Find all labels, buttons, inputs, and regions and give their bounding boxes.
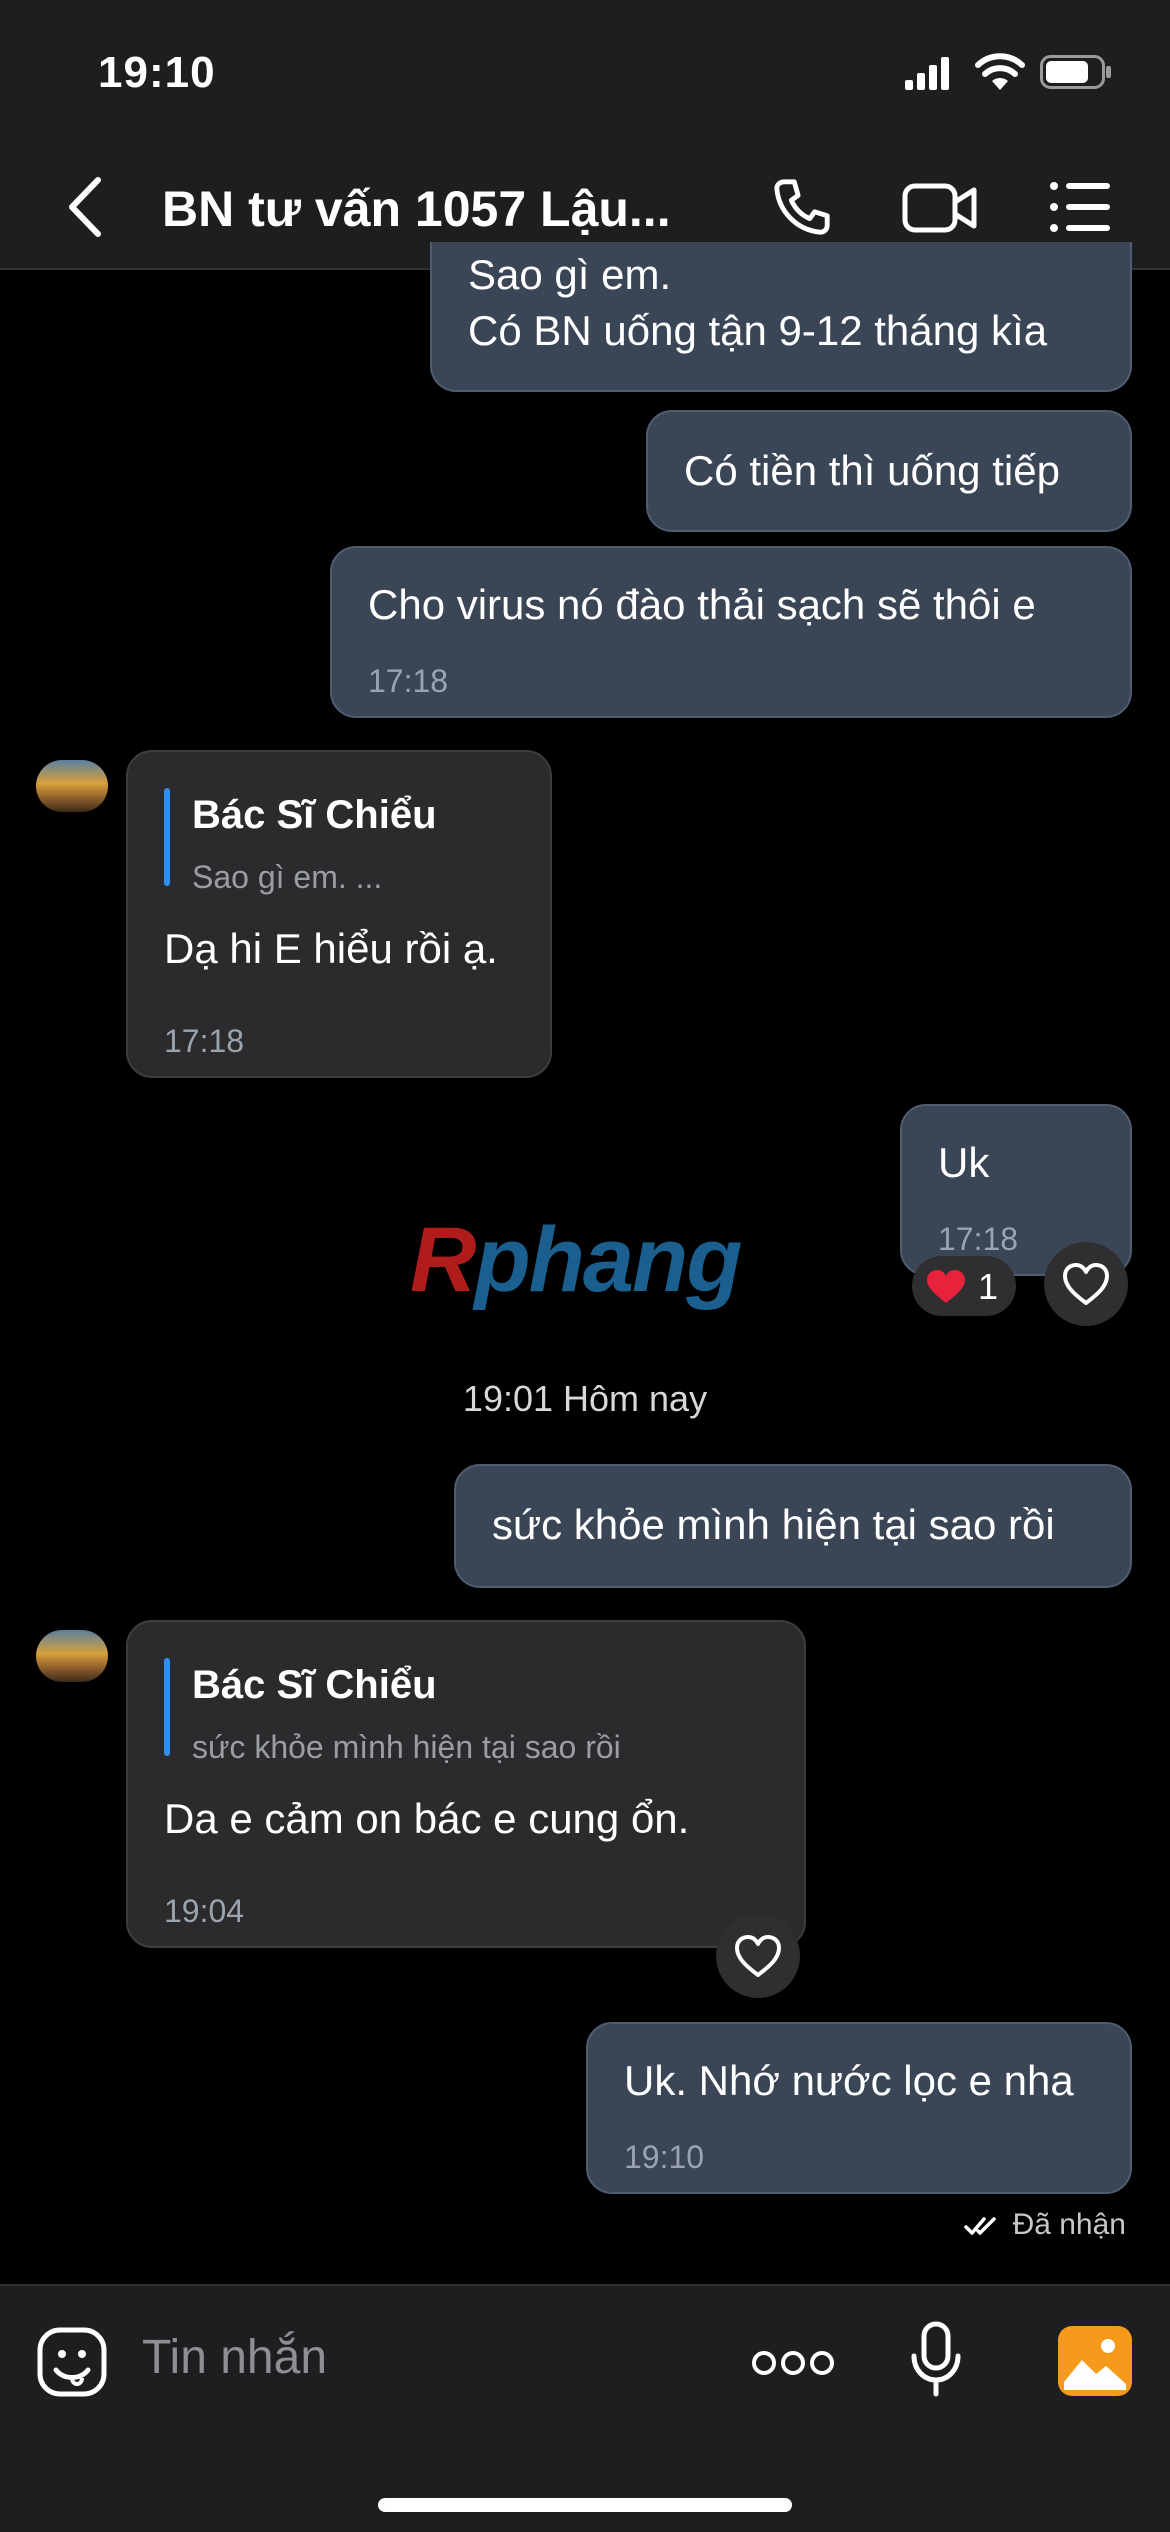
message-text: Có BN uống tận 9-12 tháng kìa	[468, 307, 1048, 354]
back-icon[interactable]	[60, 172, 110, 242]
message-time: 19:04	[164, 1893, 245, 1929]
message-bubble-mine[interactable]: Uk. Nhớ nước lọc e nha 19:10	[586, 2022, 1132, 2194]
home-indicator[interactable]	[378, 2498, 792, 2512]
top-bar: 19:10 BN tư vấn 1057 Lậu...	[0, 0, 1170, 270]
message-text: Sao gì em.	[468, 251, 672, 298]
quote-bar	[164, 1658, 170, 1756]
conversation-title[interactable]: BN tư vấn 1057 Lậu...	[162, 180, 742, 238]
date-separator: 19:01 Hôm nay	[462, 1378, 708, 1419]
reaction-count: 1	[978, 1266, 999, 1307]
heart-outline-icon	[735, 1935, 781, 1977]
microphone-icon[interactable]	[908, 2320, 964, 2398]
quote-text: sức khỏe mình hiện tại sao rồi	[192, 1729, 621, 1765]
message-bubble-mine[interactable]: Có tiền thì uống tiếp	[646, 410, 1132, 532]
message-input[interactable]: Tin nhắn	[142, 2330, 327, 2385]
message-bubble-theirs[interactable]: Bác Sĩ Chiểu sức khỏe mình hiện tại sao …	[126, 1620, 806, 1948]
message-text: sức khỏe mình hiện tại sao rồi	[492, 1501, 1055, 1548]
react-button[interactable]	[1044, 1242, 1128, 1326]
video-call-icon[interactable]	[902, 176, 978, 238]
message-text: Uk. Nhớ nước lọc e nha	[624, 2057, 1074, 2104]
avatar[interactable]	[36, 1630, 108, 1682]
gallery-image-icon[interactable]	[1058, 2326, 1132, 2396]
heart-outline-icon	[1063, 1263, 1109, 1305]
cellular-signal-icon	[905, 57, 949, 90]
message-time: 19:10	[624, 2139, 705, 2175]
more-options-icon[interactable]	[752, 2348, 834, 2378]
message-bubble-mine[interactable]: Sao gì em. Có BN uống tận 9-12 tháng kìa	[430, 242, 1132, 392]
menu-list-icon[interactable]	[1048, 176, 1112, 238]
reaction-badge[interactable]: 1	[912, 1256, 1016, 1316]
watermark-logo: Rphang	[410, 1209, 742, 1311]
quote-text: Sao gì em. ...	[192, 859, 383, 895]
status-time: 19:10	[98, 48, 216, 97]
wifi-icon	[975, 53, 1025, 90]
phone-call-icon[interactable]	[770, 176, 834, 238]
message-bubble-theirs[interactable]: Bác Sĩ Chiểu Sao gì em. ... Dạ hi E hiểu…	[126, 750, 552, 1078]
message-text: Uk	[938, 1139, 990, 1186]
react-button[interactable]	[716, 1914, 800, 1998]
message-time: 17:18	[164, 1023, 245, 1059]
delivery-status-label: Đã nhận	[1012, 2208, 1126, 2241]
double-check-icon	[964, 2217, 996, 2235]
sticker-emoji-icon[interactable]	[36, 2326, 108, 2398]
message-time: 17:18	[368, 663, 449, 699]
message-text: Có tiền thì uống tiếp	[684, 447, 1060, 494]
quote-sender-name: Bác Sĩ Chiểu	[192, 793, 437, 837]
message-bubble-mine[interactable]: Cho virus nó đào thải sạch sẽ thôi e 17:…	[330, 546, 1132, 718]
message-text: Da e cảm on bác e cung ổn.	[164, 1795, 690, 1842]
avatar[interactable]	[36, 760, 108, 812]
message-composer: Tin nhắn	[0, 2284, 1170, 2532]
delivery-status: Đã nhận	[964, 2208, 1126, 2242]
heart-icon	[927, 1270, 965, 1303]
message-bubble-mine[interactable]: sức khỏe mình hiện tại sao rồi	[454, 1464, 1132, 1588]
message-text: Dạ hi E hiểu rồi ạ.	[164, 925, 498, 972]
battery-icon	[1040, 55, 1111, 89]
quote-sender-name: Bác Sĩ Chiểu	[192, 1663, 437, 1707]
message-text: Cho virus nó đào thải sạch sẽ thôi e	[368, 581, 1036, 628]
quote-bar	[164, 788, 170, 886]
